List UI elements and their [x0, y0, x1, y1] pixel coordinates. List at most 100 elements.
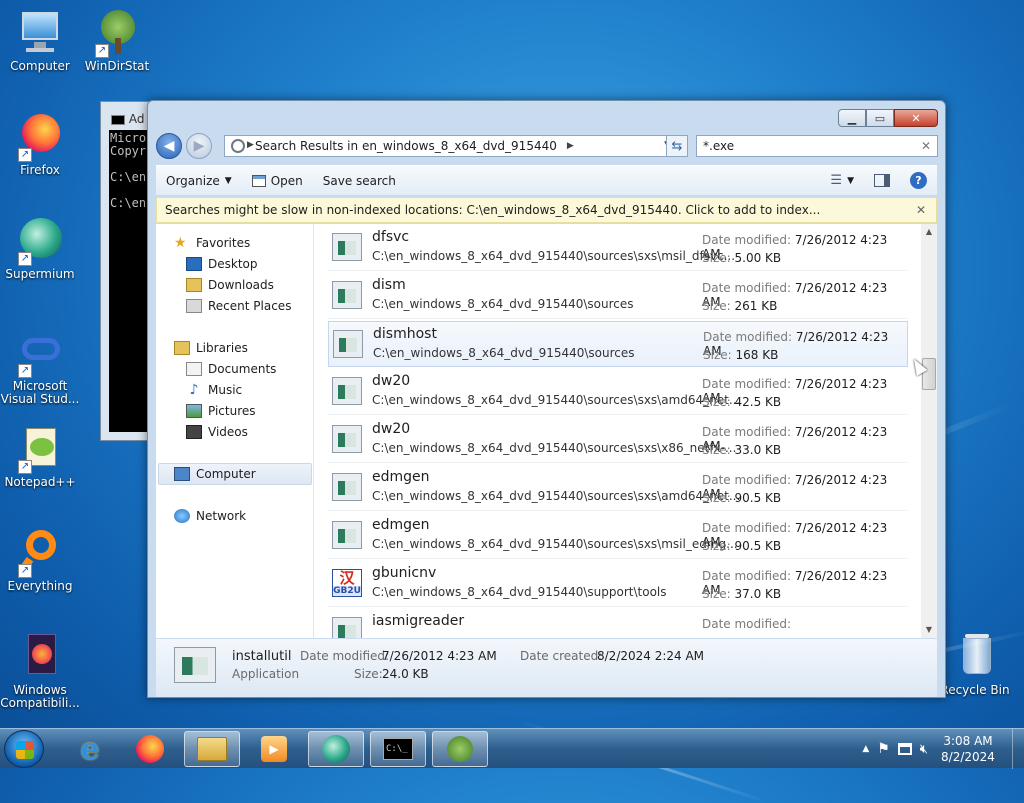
change-view-button[interactable]: ☰ ▼ [820, 173, 864, 188]
nav-network[interactable]: Network [174, 507, 246, 525]
nav-music[interactable]: ♪ Music [186, 381, 243, 399]
cmd-line: Micro [110, 131, 147, 145]
taskbar-command-prompt[interactable]: C:\_ [370, 731, 426, 767]
nav-favorites[interactable]: ★ Favorites [174, 234, 250, 252]
list-item[interactable]: dw20 C:\en_windows_8_x64_dvd_915440\sour… [328, 369, 908, 415]
desktop-icon-firefox[interactable]: ↗ Firefox [0, 112, 80, 177]
scrollbar-thumb[interactable] [922, 358, 936, 390]
desktop-icon-label: WinDirStat [84, 59, 150, 73]
windirstat-icon: ↗ [93, 8, 141, 58]
infobar-text: Searches might be slow in non-indexed lo… [165, 203, 821, 217]
nav-documents[interactable]: Documents [186, 360, 276, 378]
nav-downloads[interactable]: Downloads [186, 276, 274, 294]
save-search-button[interactable]: Save search [313, 174, 406, 188]
close-button[interactable]: ✕ [894, 109, 938, 127]
file-size: Size: 90.5 KB [702, 491, 781, 505]
file-name: dismhost [373, 326, 437, 342]
search-input[interactable]: *.exe ✕ [696, 135, 938, 157]
file-name: dism [372, 277, 406, 293]
file-size: Size: 261 KB [702, 299, 777, 313]
taskbar-internet-explorer[interactable]: e [62, 731, 118, 767]
network-status-icon[interactable] [897, 743, 912, 755]
size-value: 168 KB [735, 348, 779, 362]
date-label: Date modified: [702, 521, 792, 535]
address-text: Search Results in en_windows_8_x64_dvd_9… [255, 139, 557, 153]
desktop-icon-visual-studio[interactable]: ↗ Microsoft Visual Stud... [0, 328, 80, 406]
details-size-label: Size: [354, 667, 383, 681]
organize-button[interactable]: Organize ▼ [156, 174, 242, 188]
maximize-button[interactable]: ▭ [866, 109, 894, 127]
nav-pictures[interactable]: Pictures [186, 402, 256, 420]
start-button[interactable] [4, 730, 44, 768]
size-label: Size: [702, 251, 731, 265]
file-size: Size: 168 KB [703, 348, 778, 362]
list-item[interactable]: edmgen C:\en_windows_8_x64_dvd_915440\so… [328, 513, 908, 559]
desktop-icon-computer[interactable]: Computer [0, 8, 80, 73]
explorer-window[interactable]: ▁ ▭ ✕ ◀ ▶ ▶ Search Results in en_windows… [147, 100, 946, 698]
taskbar-windirstat[interactable] [432, 731, 488, 767]
preview-pane-button[interactable] [864, 174, 900, 187]
address-bar[interactable]: ▶ Search Results in en_windows_8_x64_dvd… [224, 135, 676, 157]
file-path: C:\en_windows_8_x64_dvd_915440\sources [373, 346, 635, 360]
scroll-up-icon[interactable]: ▲ [921, 224, 937, 240]
file-path: C:\en_windows_8_x64_dvd_915440\sources [372, 297, 634, 311]
date-label: Date modified: [702, 617, 792, 631]
show-hidden-icons-icon[interactable]: ▲ [862, 744, 869, 754]
file-name: gbunicnv [372, 565, 437, 581]
close-infobar-icon[interactable]: ✕ [916, 203, 926, 217]
list-item[interactable]: dw20 C:\en_windows_8_x64_dvd_915440\sour… [328, 417, 908, 463]
file-size: Size: 37.0 KB [702, 587, 781, 601]
desktop-icon-windirstat[interactable]: ↗ WinDirStat [77, 8, 157, 73]
desktop-icon-notepadpp[interactable]: ↗ Notepad++ [0, 424, 80, 489]
network-icon [174, 509, 190, 523]
desktop-icon-supermium[interactable]: ↗ Supermium [0, 216, 80, 281]
taskbar-supermium[interactable] [308, 731, 364, 767]
list-item[interactable]: edmgen C:\en_windows_8_x64_dvd_915440\so… [328, 465, 908, 511]
shortcut-arrow-icon: ↗ [18, 460, 32, 474]
application-icon [332, 521, 362, 549]
volume-muted-icon[interactable]: 🔇︎ [920, 742, 928, 757]
list-item[interactable]: iasmigreader Date modified: [328, 609, 908, 638]
vertical-scrollbar[interactable]: ▲ ▼ [921, 224, 937, 638]
list-item[interactable]: 汉 GB2U gbunicnv C:\en_windows_8_x64_dvd_9… [328, 561, 908, 607]
index-infobar[interactable]: Searches might be slow in non-indexed lo… [156, 197, 937, 223]
nav-recent-places[interactable]: Recent Places [186, 297, 291, 315]
list-item[interactable]: dfsvc C:\en_windows_8_x64_dvd_915440\sou… [328, 225, 908, 271]
clear-search-icon[interactable]: ✕ [921, 139, 931, 153]
breadcrumb-arrow-icon[interactable]: ▶ [567, 141, 574, 151]
file-name: iasmigreader [372, 613, 465, 629]
forward-button[interactable]: ▶ [186, 133, 212, 159]
scroll-down-icon[interactable]: ▼ [921, 622, 937, 638]
details-pane: installutil Application Date modified: 7… [156, 639, 937, 697]
supermium-icon: ↗ [16, 216, 64, 266]
back-button[interactable]: ◀ [156, 133, 182, 159]
open-button[interactable]: Open [242, 174, 313, 188]
internet-explorer-icon: e [80, 731, 100, 767]
minimize-button[interactable]: ▁ [838, 109, 866, 127]
desktop-icon-everything[interactable]: ↗ Everything [0, 528, 80, 593]
search-results-list: dfsvc C:\en_windows_8_x64_dvd_915440\sou… [314, 224, 921, 638]
application-icon [332, 377, 362, 405]
windirstat-icon [447, 736, 473, 762]
desktop-icon-recycle-bin[interactable]: Recycle Bin [935, 632, 1015, 697]
desktop-icon-label: Computer [10, 59, 70, 73]
file-path: C:\en_windows_8_x64_dvd_915440\sources\s… [372, 249, 736, 263]
nav-computer[interactable]: Computer [174, 465, 256, 483]
clock[interactable]: 3:08 AM 8/2/2024 [936, 733, 1000, 765]
action-center-flag-icon[interactable]: ⚑ [877, 741, 890, 757]
desktop-icon-windows-compatibility[interactable]: Windows Compatibili... [0, 632, 80, 710]
nav-libraries[interactable]: Libraries [174, 339, 248, 357]
windows-compatibility-icon [16, 632, 64, 680]
show-desktop-button[interactable] [1012, 729, 1024, 769]
list-item[interactable]: dism C:\en_windows_8_x64_dvd_915440\sour… [328, 273, 908, 319]
nav-videos[interactable]: Videos [186, 423, 248, 441]
recent-places-icon [186, 299, 202, 313]
taskbar-firefox[interactable] [122, 731, 178, 767]
nav-desktop[interactable]: Desktop [186, 255, 258, 273]
computer-icon [174, 467, 190, 481]
taskbar-media-player[interactable]: ▶ [246, 731, 302, 767]
taskbar-explorer[interactable] [184, 731, 240, 767]
list-item-hovered[interactable]: dismhost C:\en_windows_8_x64_dvd_915440\… [328, 321, 908, 367]
refresh-button[interactable]: ⇆ [666, 135, 688, 157]
help-button[interactable]: ? [900, 172, 937, 189]
